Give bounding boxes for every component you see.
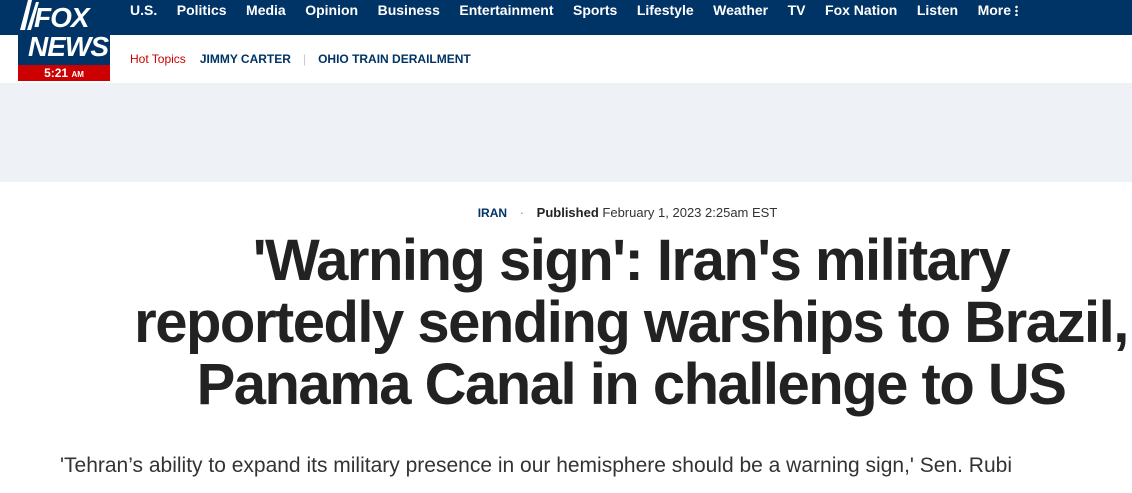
published-date: February 1, 2023 2:25am EST xyxy=(602,205,778,220)
nav-more-button[interactable]: More xyxy=(977,2,1019,18)
fox-news-logo[interactable]: FOX NEWS 5:21 AM xyxy=(18,0,110,82)
article-category-link[interactable]: IRAN xyxy=(478,206,507,220)
nav-lifestyle[interactable]: Lifestyle xyxy=(637,2,694,18)
nav-business[interactable]: Business xyxy=(378,2,440,18)
top-navigation-bar: U.S. Politics Media Opinion Business Ent… xyxy=(0,0,1132,35)
clock-time: 5:21 xyxy=(44,66,69,80)
logo-clock: 5:21 AM xyxy=(18,65,110,81)
published-label: Published xyxy=(536,205,599,220)
hot-topic-ohio-train-derailment[interactable]: OHIO TRAIN DERAILMENT xyxy=(318,52,471,66)
nav-opinion[interactable]: Opinion xyxy=(305,2,358,18)
nav-tv[interactable]: TV xyxy=(788,2,806,18)
meta-separator: · xyxy=(519,205,525,220)
hot-topics-label: Hot Topics xyxy=(130,52,186,66)
nav-us[interactable]: U.S. xyxy=(130,2,157,18)
nav-entertainment[interactable]: Entertainment xyxy=(459,2,553,18)
article-headline: 'Warning sign': Iran's military reported… xyxy=(134,228,1129,417)
nav-more-label: More xyxy=(977,2,1012,18)
logo-box: FOX NEWS xyxy=(18,0,110,65)
nav-weather[interactable]: Weather xyxy=(713,2,768,18)
ad-placeholder-band xyxy=(0,83,1132,182)
nav-sports[interactable]: Sports xyxy=(573,2,617,18)
logo-news-text: NEWS xyxy=(28,31,109,62)
nav-politics[interactable]: Politics xyxy=(177,2,227,18)
main-nav: U.S. Politics Media Opinion Business Ent… xyxy=(130,0,1038,20)
hot-topics-bar: Hot Topics JIMMY CARTER | OHIO TRAIN DER… xyxy=(130,50,471,68)
nav-listen[interactable]: Listen xyxy=(917,2,958,18)
nav-fox-nation[interactable]: Fox Nation xyxy=(825,2,897,18)
article-subhead: 'Tehran’s ability to expand its military… xyxy=(60,454,1012,477)
more-vertical-icon xyxy=(1015,4,1019,16)
topic-divider: | xyxy=(302,52,307,66)
article-meta: IRAN · Published February 1, 2023 2:25am… xyxy=(0,205,1132,220)
logo-fox-text: FOX xyxy=(34,2,90,33)
hot-topic-jimmy-carter[interactable]: JIMMY CARTER xyxy=(200,52,291,66)
nav-media[interactable]: Media xyxy=(246,2,286,18)
clock-ampm: AM xyxy=(71,70,84,79)
